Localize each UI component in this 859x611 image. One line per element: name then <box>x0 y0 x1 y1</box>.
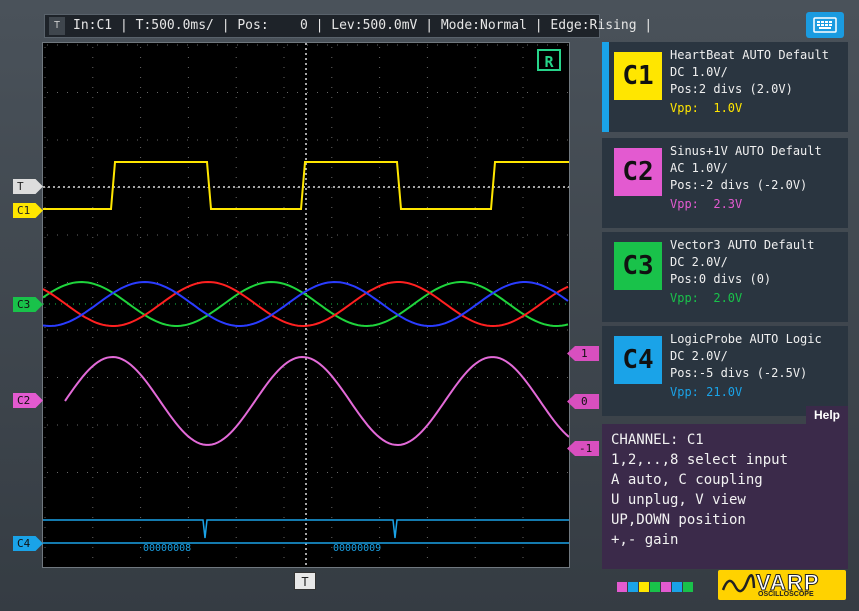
status-text: In:C1 | T:500.0ms/ | Pos: 0 | Lev:500.0m… <box>73 18 653 33</box>
trace-c2 <box>64 355 569 447</box>
channel-vpp-c2: Vpp: 2.3V <box>670 197 743 211</box>
channel-badge-c3: C3 <box>614 242 662 290</box>
channel-name-c4: LogicProbe AUTO Logic <box>670 332 822 346</box>
help-line: +,- gain <box>611 532 679 548</box>
channel-coupling-c4: DC 2.0V/ <box>670 349 728 363</box>
channel-pos-c4: Pos:-5 divs (-2.5V) <box>670 366 808 380</box>
channel-name-c1: HeartBeat AUTO Default <box>670 48 829 62</box>
channel-panel-c2[interactable]: C2 Sinus+1V AUTO Default AC 1.0V/ Pos:-2… <box>602 138 848 228</box>
logo-sub: OSCILLOSCOPE <box>758 591 814 598</box>
help-line: U unplug, V view <box>611 492 746 508</box>
c4-decode-label-1: 00000008 <box>143 543 191 554</box>
scope-screen[interactable]: 00000008 00000009 <box>42 42 570 568</box>
channel-name-c3: Vector3 AUTO Default <box>670 238 815 252</box>
status-bar: T In:C1 | T:500.0ms/ | Pos: 0 | Lev:500.… <box>44 14 652 38</box>
help-line: 1,2,..,8 select input <box>611 452 789 468</box>
help-line: A auto, C coupling <box>611 472 763 488</box>
channel-pos-c3: Pos:0 divs (0) <box>670 272 772 286</box>
run-badge[interactable]: R <box>537 49 561 71</box>
channel-vpp-c4: Vpp: 21.0V <box>670 385 743 399</box>
varp-wave-icon <box>721 574 756 593</box>
c4-decode-label-2: 00000009 <box>333 543 381 554</box>
channel-coupling-c1: DC 1.0V/ <box>670 65 728 79</box>
channel-coupling-c3: DC 2.0V/ <box>670 255 728 269</box>
bottom-trigger-marker[interactable]: T <box>294 572 316 590</box>
status-tab[interactable]: T <box>49 17 65 35</box>
channel-badge-c4: C4 <box>614 336 662 384</box>
help-line: CHANNEL: C1 <box>611 432 704 448</box>
channel-badge-c2: C2 <box>614 148 662 196</box>
channel-pos-c2: Pos:-2 divs (-2.0V) <box>670 178 808 192</box>
channel-panel-c3[interactable]: C3 Vector3 AUTO Default DC 2.0V/ Pos:0 d… <box>602 232 848 322</box>
help-line: UP,DOWN position <box>611 512 746 528</box>
help-tab[interactable]: Help <box>806 406 848 424</box>
channel-panel-c1[interactable]: C1 HeartBeat AUTO Default DC 1.0V/ Pos:2… <box>602 42 848 132</box>
channel-color-swatches <box>617 577 694 596</box>
channel-badge-c1: C1 <box>614 52 662 100</box>
channel-name-c2: Sinus+1V AUTO Default <box>670 144 822 158</box>
channel-pos-c1: Pos:2 divs (2.0V) <box>670 82 793 96</box>
help-panel: Help CHANNEL: C1 1,2,..,8 select input A… <box>602 406 848 569</box>
varp-logo: VARP OSCILLOSCOPE <box>718 570 846 600</box>
keyboard-icon[interactable] <box>806 12 844 38</box>
channel-vpp-c1: Vpp: 1.0V <box>670 101 743 115</box>
channel-panel-c4[interactable]: C4 LogicProbe AUTO Logic DC 2.0V/ Pos:-5… <box>602 326 848 416</box>
channel-vpp-c3: Vpp: 2.0V <box>670 291 743 305</box>
channel-coupling-c2: AC 1.0V/ <box>670 161 728 175</box>
